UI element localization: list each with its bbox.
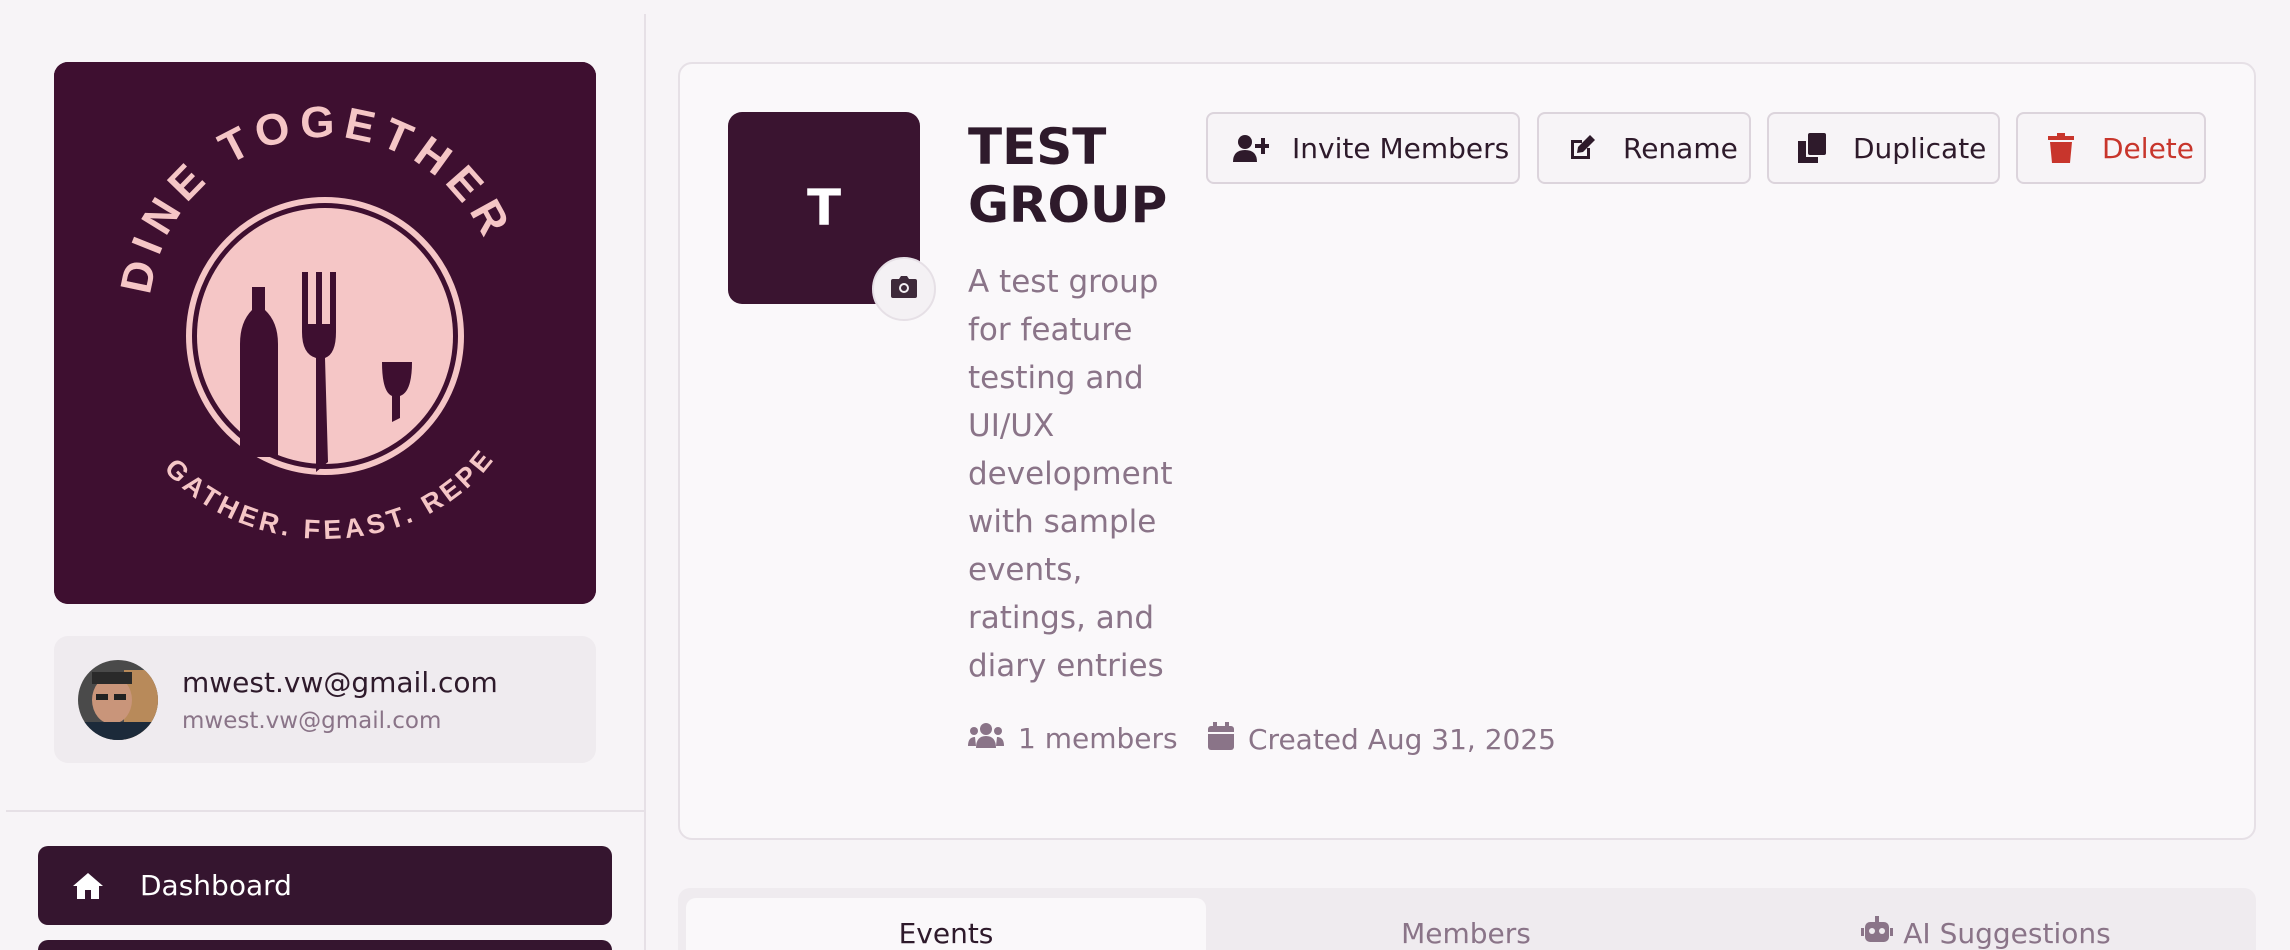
- user-card[interactable]: mwest.vw@gmail.com mwest.vw@gmail.com: [54, 636, 596, 763]
- tab-events[interactable]: Events: [686, 898, 1206, 950]
- user-email: mwest.vw@gmail.com: [182, 708, 442, 734]
- calendar-icon: [1208, 722, 1248, 757]
- home-icon: [68, 866, 108, 906]
- copy-icon: [1793, 129, 1831, 167]
- tab-ai-suggestions[interactable]: AI Suggestions: [1726, 898, 2246, 950]
- sidebar-item-label: Dashboard: [140, 869, 292, 902]
- delete-button[interactable]: Delete: [2016, 112, 2206, 184]
- sidebar-divider: [644, 14, 646, 950]
- group-title: TEST GROUP: [968, 118, 1168, 234]
- created-text: Created Aug 31, 2025: [1248, 723, 1556, 756]
- sidebar-item-dashboard[interactable]: Dashboard: [38, 846, 612, 925]
- avatar: [78, 660, 158, 740]
- group-description: A test group for feature testing and UI/…: [968, 264, 1173, 684]
- sidebar: DINE TOGETHER GATHER. FEAST. REPEAT. mwe…: [0, 0, 646, 950]
- rename-button[interactable]: Rename: [1537, 112, 1751, 184]
- duplicate-button[interactable]: Duplicate: [1767, 112, 2000, 184]
- edit-icon: [1563, 129, 1601, 167]
- trash-icon: [2042, 129, 2080, 167]
- sidebar-separator: [6, 810, 644, 812]
- sidebar-item-next[interactable]: [38, 940, 612, 950]
- brand-logo: DINE TOGETHER GATHER. FEAST. REPEAT.: [54, 62, 596, 604]
- invite-members-button[interactable]: Invite Members: [1206, 112, 1520, 184]
- tab-members[interactable]: Members: [1206, 898, 1726, 950]
- members-count: 1 members: [968, 722, 1178, 755]
- group-initial: T: [806, 179, 842, 237]
- camera-icon: [891, 276, 917, 302]
- members-text: 1 members: [1018, 722, 1178, 755]
- robot-icon: [1861, 915, 1903, 950]
- created-date: Created Aug 31, 2025: [1208, 722, 1556, 757]
- change-photo-button[interactable]: [872, 257, 936, 321]
- user-name: mwest.vw@gmail.com: [182, 666, 498, 699]
- users-icon: [968, 722, 1018, 755]
- user-plus-icon: [1232, 129, 1270, 167]
